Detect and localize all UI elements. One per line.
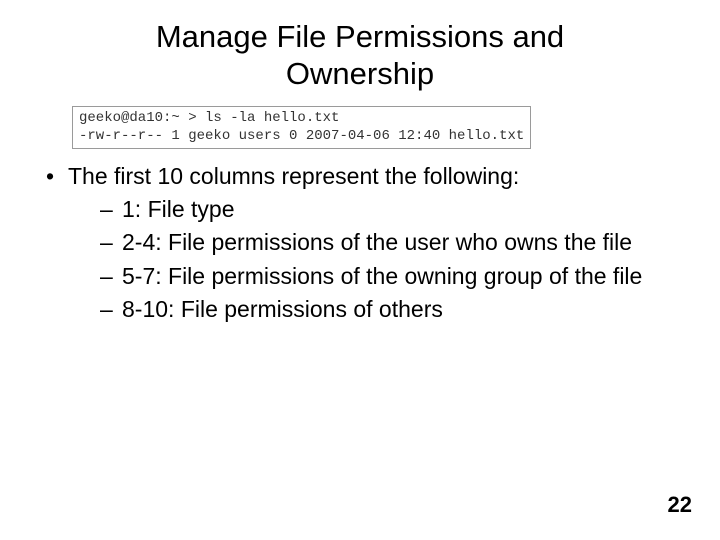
- bullet-text: The first 10 columns represent the follo…: [68, 163, 519, 189]
- sub-item-text: 1: File type: [122, 196, 235, 222]
- sub-item: 1: File type: [96, 194, 680, 225]
- page-number: 22: [668, 492, 692, 518]
- sub-item-text: 2-4: File permissions of the user who ow…: [122, 229, 632, 255]
- title-line-2: Ownership: [286, 56, 434, 91]
- sub-item-text: 5-7: File permissions of the owning grou…: [122, 263, 642, 289]
- slide-body: The first 10 columns represent the follo…: [0, 161, 720, 324]
- slide-title: Manage File Permissions and Ownership: [0, 0, 720, 92]
- title-line-1: Manage File Permissions and: [156, 19, 564, 54]
- slide: Manage File Permissions and Ownership ge…: [0, 0, 720, 540]
- sub-item: 2-4: File permissions of the user who ow…: [96, 227, 680, 258]
- bullet-item: The first 10 columns represent the follo…: [40, 161, 680, 324]
- sub-item: 8-10: File permissions of others: [96, 294, 680, 325]
- terminal-line-1: geeko@da10:~ > ls -la hello.txt: [79, 110, 339, 126]
- sub-list: 1: File type 2-4: File permissions of th…: [68, 194, 680, 324]
- terminal-line-2: -rw-r--r-- 1 geeko users 0 2007-04-06 12…: [79, 128, 524, 144]
- sub-item-text: 8-10: File permissions of others: [122, 296, 443, 322]
- bullet-list: The first 10 columns represent the follo…: [40, 161, 680, 324]
- sub-item: 5-7: File permissions of the owning grou…: [96, 261, 680, 292]
- terminal-snippet: geeko@da10:~ > ls -la hello.txt -rw-r--r…: [72, 106, 531, 149]
